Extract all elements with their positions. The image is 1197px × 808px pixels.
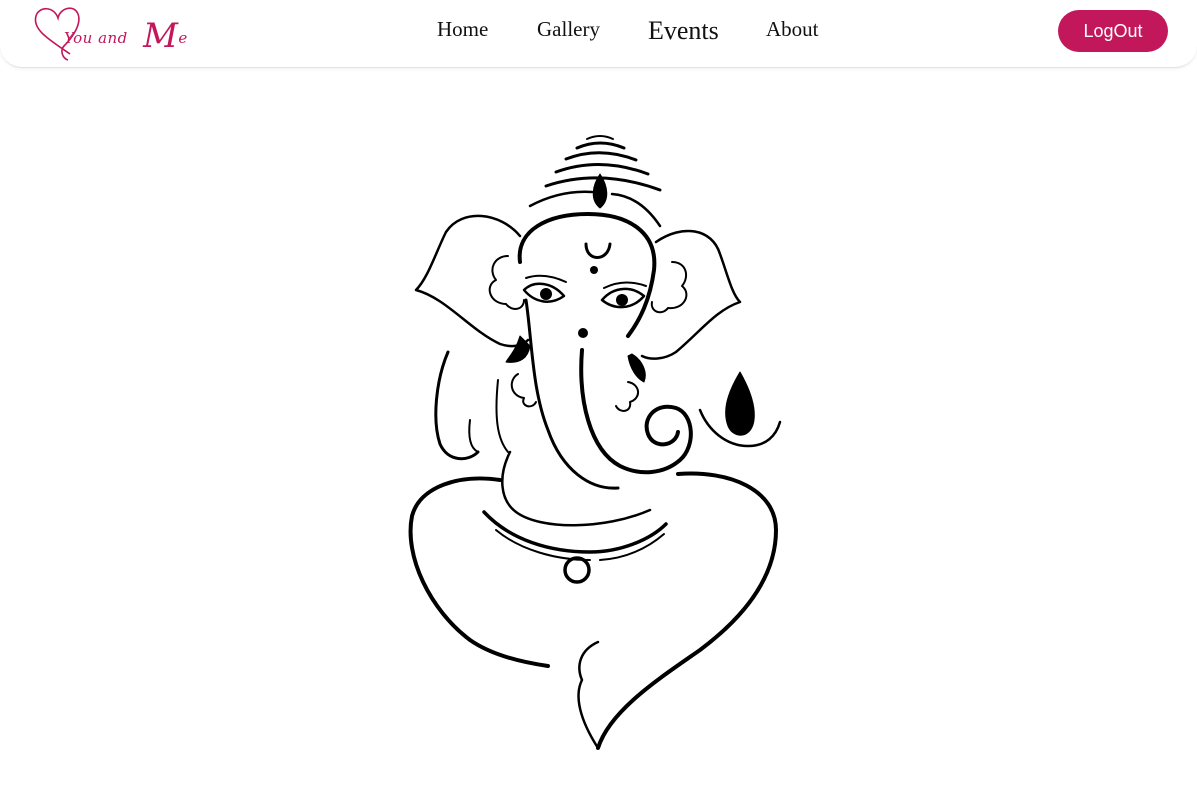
main-nav: Home Gallery Events About bbox=[0, 14, 1197, 54]
nav-gallery[interactable]: Gallery bbox=[537, 17, 600, 42]
nav-events[interactable]: Events bbox=[648, 16, 719, 46]
logout-button[interactable]: LogOut bbox=[1058, 10, 1168, 52]
nav-about[interactable]: About bbox=[766, 17, 819, 42]
ganesha-line-art-icon bbox=[408, 135, 782, 750]
top-navbar: You and Me Home Gallery Events About Log… bbox=[0, 0, 1197, 68]
nav-home[interactable]: Home bbox=[437, 17, 488, 42]
